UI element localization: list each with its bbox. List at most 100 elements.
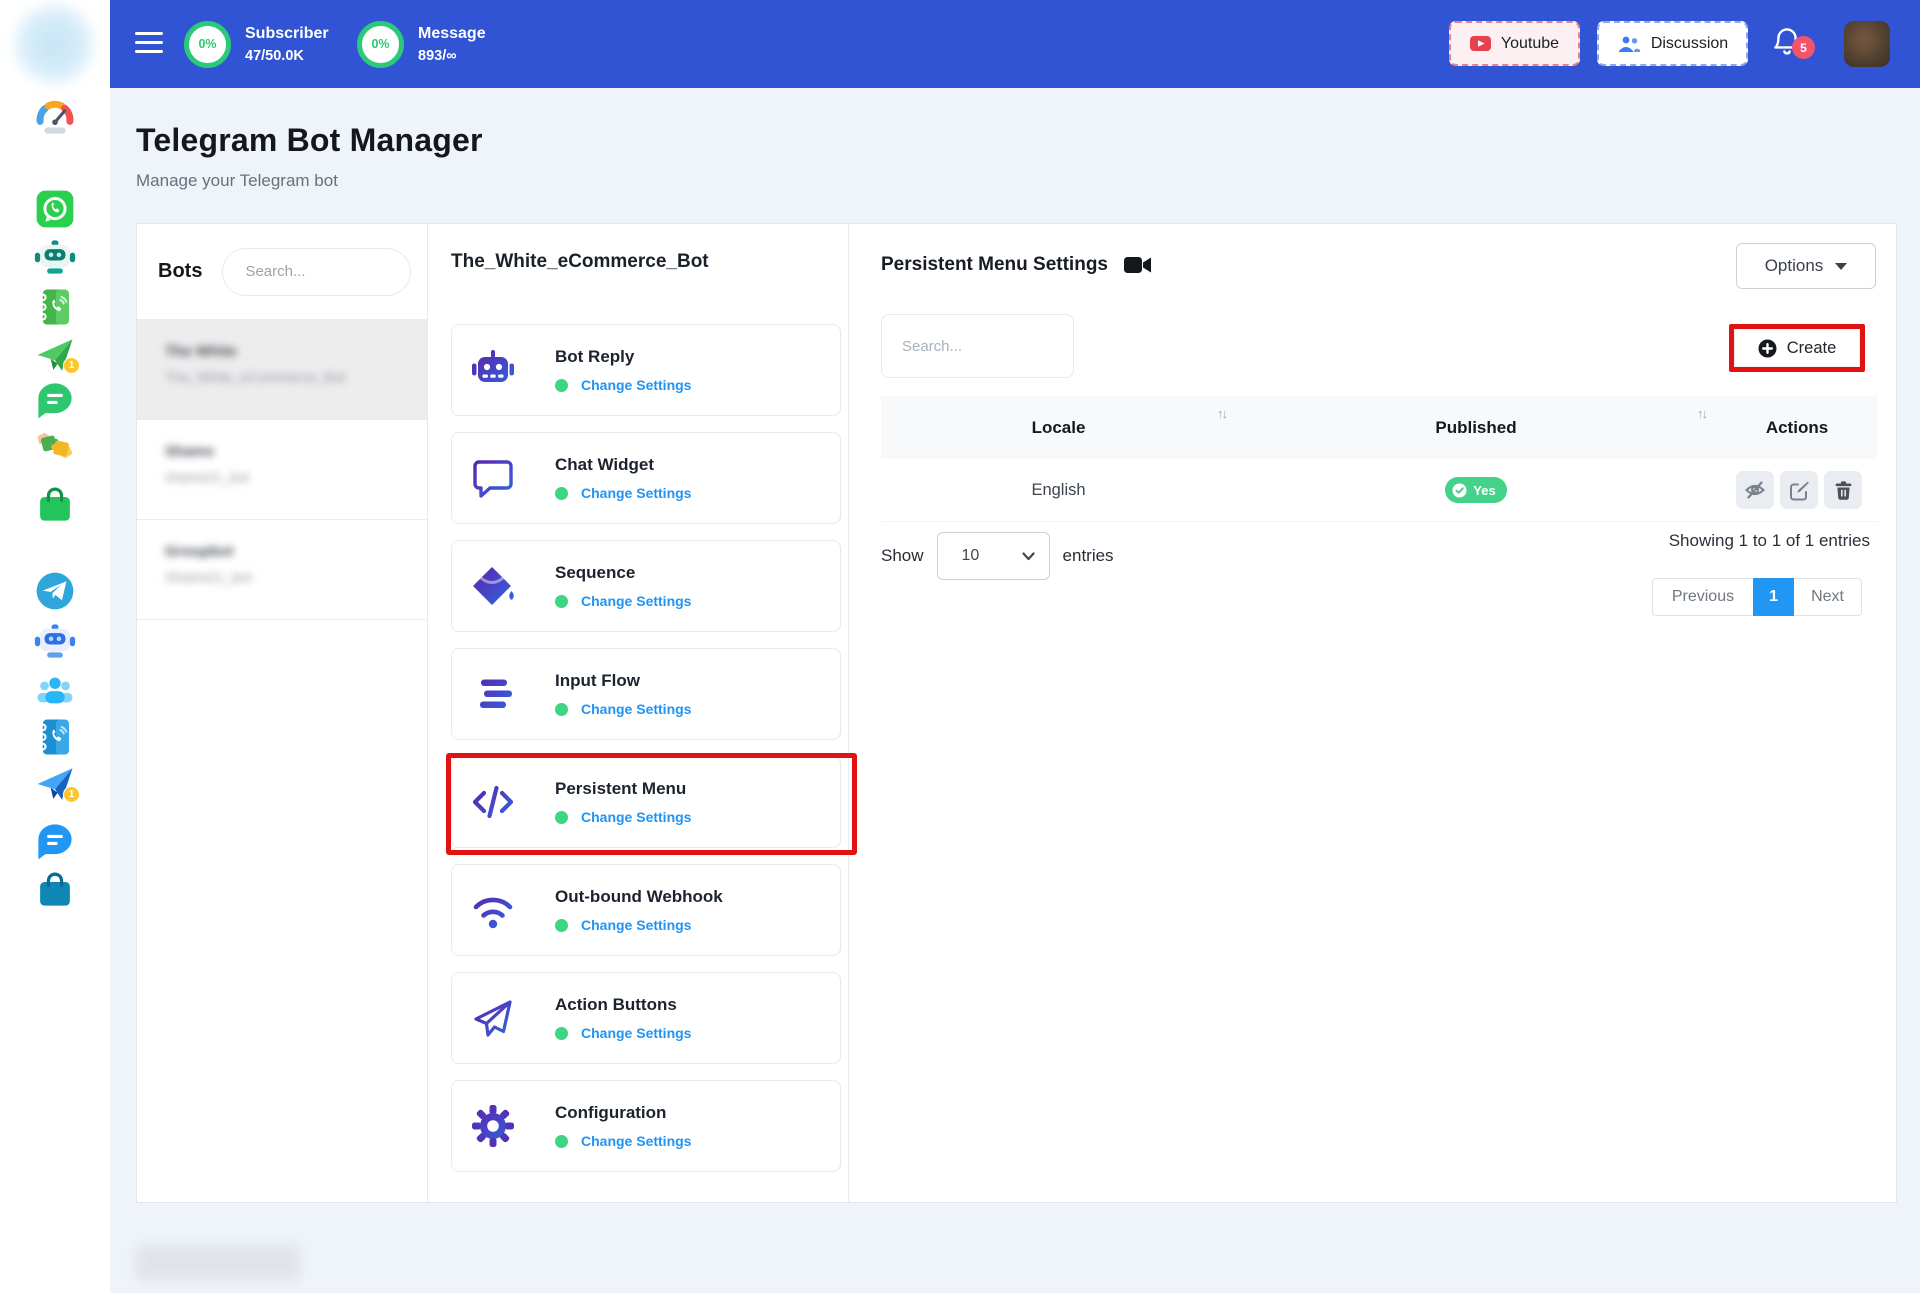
feature-card-persistent-menu[interactable]: Persistent Menu Change Settings [446, 753, 857, 855]
telegram-bot-icon[interactable] [34, 620, 76, 662]
whatsapp-chat-icon[interactable] [34, 379, 76, 421]
change-settings-link[interactable]: Change Settings [555, 917, 723, 933]
whatsapp-contacts-icon[interactable] [34, 286, 76, 328]
whatsapp-bot-icon[interactable] [34, 236, 76, 278]
robot-icon [469, 346, 517, 394]
menu-hamburger-icon[interactable] [135, 32, 163, 59]
diamond-fill-icon [469, 562, 517, 610]
notification-count-badge: 5 [1792, 36, 1815, 59]
change-settings-link[interactable]: Change Settings [555, 485, 691, 501]
discussion-button[interactable]: Discussion [1597, 21, 1748, 66]
bars-icon [469, 670, 517, 718]
change-settings-link[interactable]: Change Settings [555, 1025, 691, 1041]
published-yes-badge: Yes [1445, 477, 1507, 503]
create-button-label: Create [1786, 338, 1837, 357]
paper-plane-icon [469, 994, 517, 1042]
feature-card-label: Input Flow [555, 671, 640, 690]
column-header-published: Published ↑↓ [1435, 405, 1708, 437]
bot-list-item[interactable]: The White The_White_eCommerce_Bot [137, 320, 427, 420]
menu-search-input[interactable] [881, 314, 1074, 378]
previous-page-button[interactable]: Previous [1651, 578, 1755, 616]
feature-card-label: Bot Reply [555, 347, 635, 366]
locale-cell: English [1031, 480, 1086, 499]
column-header-locale: Locale ↑↓ [1031, 405, 1228, 437]
bot-username: shams21_bot [165, 469, 250, 485]
sort-icon[interactable]: ↑↓ [1217, 406, 1228, 421]
whatsapp-shop-icon[interactable] [34, 483, 76, 525]
actions-cell [1716, 471, 1878, 509]
youtube-icon [1469, 36, 1491, 51]
app-logo[interactable] [10, 0, 98, 88]
feature-card-input-flow[interactable]: Input Flow Change Settings [451, 648, 841, 740]
subscriber-stat: 0% Subscriber 47/50.0K [184, 0, 329, 88]
chevron-down-icon [1021, 552, 1035, 561]
show-label: Show [881, 546, 924, 565]
whatsapp-icon[interactable] [34, 188, 76, 230]
feature-card-bot-reply[interactable]: Bot Reply Change Settings [451, 324, 841, 416]
telegram-icon[interactable] [34, 570, 76, 612]
message-stat: 0% Message 893/∞ [357, 0, 486, 88]
change-settings-link[interactable]: Change Settings [555, 593, 691, 609]
change-settings-link[interactable]: Change Settings [555, 809, 691, 825]
change-settings-link[interactable]: Change Settings [555, 701, 691, 717]
telegram-broadcast-icon[interactable]: 1 [34, 763, 80, 805]
check-circle-icon [1452, 483, 1467, 497]
feature-card-action-buttons[interactable]: Action Buttons Change Settings [451, 972, 841, 1064]
youtube-button-label: Youtube [1500, 34, 1560, 52]
settings-column: Persistent Menu Settings Options Create [849, 224, 1896, 1202]
bot-name: Shams [165, 443, 215, 460]
edit-pencil-icon[interactable] [1780, 471, 1818, 509]
video-camera-icon[interactable] [1124, 255, 1151, 275]
feature-card-configuration[interactable]: Configuration Change Settings [451, 1080, 841, 1172]
current-page-button[interactable]: 1 [1753, 578, 1795, 616]
feature-card-label: Action Buttons [555, 995, 677, 1014]
highlight-annotation: Create [1729, 324, 1865, 372]
whatsapp-integration-icon[interactable] [34, 424, 76, 466]
hide-eye-slash-icon[interactable] [1736, 471, 1774, 509]
feature-card-label: Persistent Menu [555, 779, 687, 798]
feature-card-label: Sequence [555, 563, 636, 582]
feature-card-chat-widget[interactable]: Chat Widget Change Settings [451, 432, 841, 524]
selected-bot-title: The_White_eCommerce_Bot [451, 251, 709, 272]
bots-title: Bots [158, 260, 203, 282]
status-dot [555, 1026, 568, 1040]
page-subtitle: Manage your Telegram bot [136, 171, 338, 190]
delete-trash-icon[interactable] [1824, 471, 1862, 509]
telegram-shop-icon[interactable] [34, 868, 76, 910]
bot-name: Groupbot [165, 543, 234, 560]
telegram-contacts-icon[interactable] [34, 716, 76, 758]
bot-list-item[interactable]: Groupbot Shams21_bot [137, 520, 427, 620]
features-column: The_White_eCommerce_Bot Bot Reply Change… [428, 224, 857, 1202]
feature-card-outbound-webhook[interactable]: Out-bound Webhook Change Settings [451, 864, 841, 956]
bot-username: Shams21_bot [165, 569, 252, 585]
change-settings-link[interactable]: Change Settings [555, 377, 691, 393]
options-button[interactable]: Options [1736, 243, 1876, 289]
chat-bubble-icon [469, 454, 517, 502]
create-button[interactable]: Create [1734, 329, 1860, 367]
change-settings-link[interactable]: Change Settings [555, 1133, 691, 1149]
sort-icon[interactable]: ↑↓ [1697, 406, 1708, 421]
table-header-row: Locale ↑↓ Published ↑↓ Actions [881, 396, 1878, 459]
status-dot [555, 486, 568, 500]
status-dot [555, 378, 568, 392]
next-page-button[interactable]: Next [1793, 578, 1862, 616]
page-size-select[interactable]: 10 [936, 532, 1050, 580]
telegram-chat-icon[interactable] [34, 820, 76, 862]
youtube-button[interactable]: Youtube [1449, 21, 1580, 66]
whatsapp-broadcast-icon[interactable]: 1 [34, 334, 80, 376]
message-progress-ring: 0% [357, 20, 404, 68]
feature-card-sequence[interactable]: Sequence Change Settings [451, 540, 841, 632]
wifi-icon [469, 886, 517, 934]
user-avatar[interactable] [1844, 21, 1890, 67]
gear-icon [469, 1102, 517, 1150]
bots-column: Bots The White The_White_eCommerce_Bot S… [137, 224, 428, 1202]
subscriber-label: Subscriber [245, 24, 329, 42]
table-row: English Yes [881, 459, 1878, 522]
bots-search-input[interactable] [222, 247, 411, 296]
status-dot [555, 1134, 568, 1148]
telegram-group-icon[interactable] [34, 671, 76, 713]
bot-list-item[interactable]: Shams shams21_bot [137, 420, 427, 520]
pagination: Previous 1 Next [1651, 578, 1862, 616]
entries-label: entries [1062, 546, 1114, 565]
dashboard-gauge-icon[interactable] [34, 96, 76, 138]
